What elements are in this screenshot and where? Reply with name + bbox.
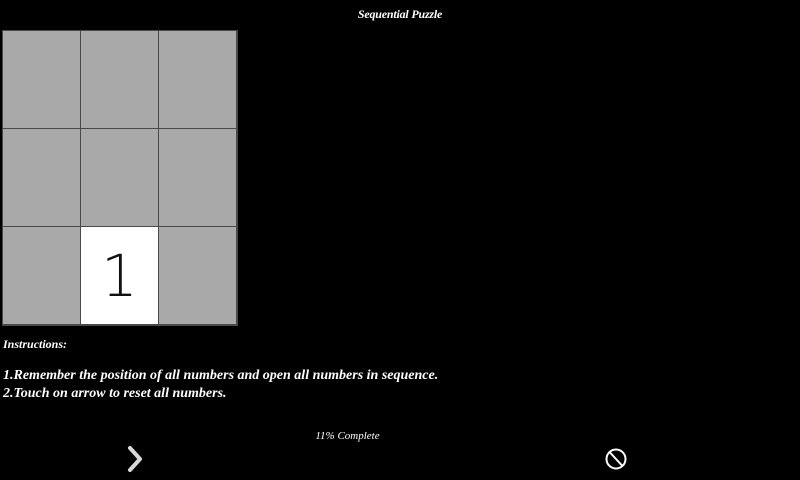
page-title: Sequential Puzzle <box>357 7 443 21</box>
instructions-heading: Instructions: <box>3 337 68 351</box>
grid-cell-5[interactable] <box>81 129 158 226</box>
chevron-right-icon <box>128 446 142 472</box>
progress-status: 11% Complete <box>315 430 380 442</box>
grid-cell-4[interactable] <box>3 129 80 226</box>
stop-button[interactable] <box>603 445 629 473</box>
grid-cell-6[interactable] <box>159 129 236 226</box>
game-screen: Sequential Puzzle 1 Instructions: 1.Reme… <box>0 0 800 480</box>
grid-cell-1[interactable] <box>3 31 80 128</box>
instruction-line-2: 2.Touch on arrow to reset all numbers. <box>3 386 227 401</box>
prohibited-icon <box>605 448 627 470</box>
puzzle-grid: 1 <box>2 30 238 326</box>
grid-cell-2[interactable] <box>81 31 158 128</box>
next-arrow-button[interactable] <box>124 444 148 474</box>
grid-cell-8[interactable]: 1 <box>81 227 158 324</box>
instruction-line-1: 1.Remember the position of all numbers a… <box>3 368 439 383</box>
grid-cell-7[interactable] <box>3 227 80 324</box>
grid-cell-3[interactable] <box>159 31 236 128</box>
grid-cell-9[interactable] <box>159 227 236 324</box>
